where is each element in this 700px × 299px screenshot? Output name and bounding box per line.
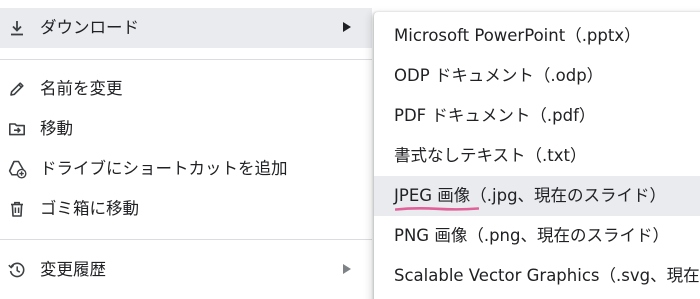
submenu-item-label: PNG 画像（.png、現在のスライド） bbox=[394, 226, 669, 245]
submenu-item-label: 書式なしテキスト（.txt） bbox=[394, 146, 587, 165]
highlight-underline bbox=[395, 206, 479, 211]
submenu-item-jpg[interactable]: JPEG 画像（.jpg、現在のスライド） bbox=[374, 176, 700, 216]
menu-item-label: ダウンロード bbox=[40, 18, 139, 37]
menu-item-trash[interactable]: ゴミ箱に移動 bbox=[0, 189, 372, 229]
menu-item-download[interactable]: ダウンロード bbox=[0, 8, 372, 48]
menu-item-rename[interactable]: 名前を変更 bbox=[0, 69, 372, 109]
submenu-item-png[interactable]: PNG 画像（.png、現在のスライド） bbox=[374, 216, 700, 256]
download-icon bbox=[7, 18, 27, 38]
submenu-item-txt[interactable]: 書式なしテキスト（.txt） bbox=[374, 136, 700, 176]
move-to-folder-icon bbox=[7, 119, 27, 139]
menu-item-add-shortcut[interactable]: ドライブにショートカットを追加 bbox=[0, 149, 372, 189]
menu-item-label: 変更履歴 bbox=[40, 260, 106, 279]
menu-item-version-history[interactable]: 変更履歴 bbox=[0, 250, 372, 290]
add-shortcut-icon bbox=[7, 159, 27, 179]
submenu-item-pptx[interactable]: Microsoft PowerPoint（.pptx） bbox=[374, 16, 700, 56]
history-icon bbox=[7, 260, 27, 280]
submenu-item-label: Microsoft PowerPoint（.pptx） bbox=[394, 26, 641, 45]
trash-icon bbox=[7, 199, 27, 219]
menu-item-label: 名前を変更 bbox=[40, 79, 123, 98]
submenu-item-label: ODP ドキュメント（.odp） bbox=[394, 66, 604, 85]
submenu-item-label: PDF ドキュメント（.pdf） bbox=[394, 106, 596, 125]
download-submenu: Microsoft PowerPoint（.pptx） ODP ドキュメント（.… bbox=[374, 12, 700, 299]
submenu-item-odp[interactable]: ODP ドキュメント（.odp） bbox=[374, 56, 700, 96]
submenu-arrow-icon bbox=[343, 22, 351, 32]
menu-item-label: 移動 bbox=[40, 119, 73, 138]
menu-item-move[interactable]: 移動 bbox=[0, 109, 372, 149]
submenu-item-pdf[interactable]: PDF ドキュメント（.pdf） bbox=[374, 96, 700, 136]
menu-item-label: ゴミ箱に移動 bbox=[40, 199, 139, 218]
context-menu: ダウンロード 名前を変更 移動 ドライブにショートカットを追加 ゴミ箱に移動 変… bbox=[0, 0, 372, 299]
pencil-icon bbox=[7, 79, 27, 99]
context-menu-stage: ダウンロード 名前を変更 移動 ドライブにショートカットを追加 ゴミ箱に移動 変… bbox=[0, 0, 700, 299]
menu-divider bbox=[0, 59, 372, 60]
menu-item-label: ドライブにショートカットを追加 bbox=[40, 159, 288, 178]
menu-divider bbox=[0, 239, 372, 240]
submenu-item-label: Scalable Vector Graphics（.svg、現在のスライド） bbox=[394, 266, 700, 285]
submenu-arrow-icon bbox=[343, 264, 351, 274]
submenu-item-svg[interactable]: Scalable Vector Graphics（.svg、現在のスライド） bbox=[374, 256, 700, 296]
